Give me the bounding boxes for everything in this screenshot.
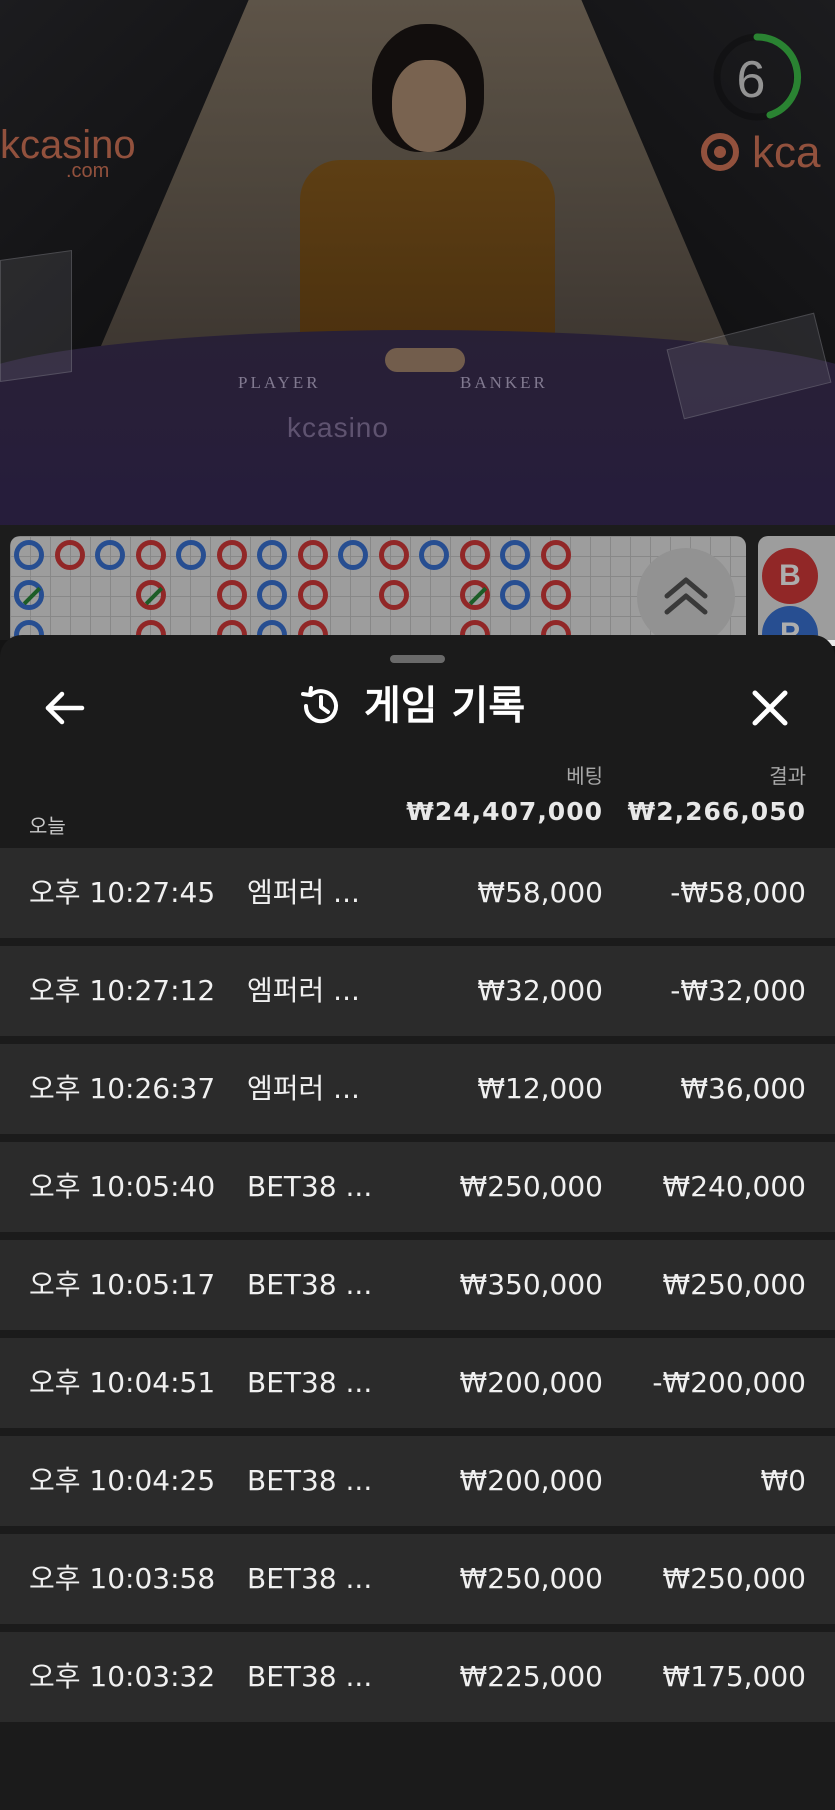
row-time: 오후 10:03:58 <box>29 1562 216 1595</box>
row-game: 엠퍼러 ... <box>247 876 360 909</box>
row-game: 엠퍼러 ... <box>247 1072 360 1105</box>
history-row[interactable]: 오후 10:03:32 BET38 ... ₩225,000 ₩175,000 <box>0 1632 835 1722</box>
history-icon <box>301 686 338 724</box>
row-time: 오후 10:04:25 <box>29 1464 216 1497</box>
page-title: 게임 기록 <box>364 683 526 729</box>
row-time: 오후 10:05:17 <box>29 1268 216 1301</box>
row-bet: ₩250,000 <box>459 1562 603 1595</box>
row-result: ₩240,000 <box>662 1170 806 1203</box>
row-bet: ₩350,000 <box>459 1268 603 1301</box>
history-row[interactable]: 오후 10:04:51 BET38 ... ₩200,000 -₩200,000 <box>0 1338 835 1428</box>
history-row[interactable]: 오후 10:05:40 BET38 ... ₩250,000 ₩240,000 <box>0 1142 835 1232</box>
history-row[interactable]: 오후 10:27:12 엠퍼러 ... ₩32,000 -₩32,000 <box>0 946 835 1036</box>
row-bet: ₩32,000 <box>477 974 603 1007</box>
history-list: 오후 10:27:45 엠퍼러 ... ₩58,000 -₩58,000 오후 … <box>0 848 835 1730</box>
row-time: 오후 10:27:45 <box>29 876 216 909</box>
history-row[interactable]: 오후 10:27:45 엠퍼러 ... ₩58,000 -₩58,000 <box>0 848 835 938</box>
row-game: BET38 ... <box>247 1562 373 1595</box>
row-time: 오후 10:27:12 <box>29 974 216 1007</box>
row-bet: ₩200,000 <box>459 1464 603 1497</box>
modal-backdrop[interactable] <box>0 0 835 640</box>
row-time: 오후 10:04:51 <box>29 1366 216 1399</box>
row-bet: ₩200,000 <box>459 1366 603 1399</box>
row-result: ₩250,000 <box>662 1562 806 1595</box>
column-header-bet: 베팅 <box>566 764 603 788</box>
history-row[interactable]: 오후 10:03:58 BET38 ... ₩250,000 ₩250,000 <box>0 1534 835 1624</box>
row-time: 오후 10:03:32 <box>29 1660 216 1693</box>
row-result: -₩32,000 <box>670 974 806 1007</box>
row-game: BET38 ... <box>247 1170 373 1203</box>
sheet-drag-handle[interactable] <box>390 655 445 663</box>
row-bet: ₩225,000 <box>459 1660 603 1693</box>
total-result-amount: ₩2,266,050 <box>627 797 806 826</box>
history-row[interactable]: 오후 10:04:25 BET38 ... ₩200,000 ₩0 <box>0 1436 835 1526</box>
row-game: 엠퍼러 ... <box>247 974 360 1007</box>
row-game: BET38 ... <box>247 1464 373 1497</box>
date-group-label: 오늘 <box>29 814 66 838</box>
history-row[interactable]: 오후 10:26:37 엠퍼러 ... ₩12,000 ₩36,000 <box>0 1044 835 1134</box>
row-bet: ₩58,000 <box>477 876 603 909</box>
row-bet: ₩12,000 <box>477 1072 603 1105</box>
row-game: BET38 ... <box>247 1366 373 1399</box>
row-game: BET38 ... <box>247 1268 373 1301</box>
row-result: ₩0 <box>760 1464 807 1497</box>
row-result: ₩250,000 <box>662 1268 806 1301</box>
row-result: -₩200,000 <box>652 1366 806 1399</box>
arrow-left-icon[interactable] <box>40 688 88 728</box>
total-bet-amount: ₩24,407,000 <box>406 797 603 826</box>
row-game: BET38 ... <box>247 1660 373 1693</box>
history-row[interactable]: 오후 10:05:17 BET38 ... ₩350,000 ₩250,000 <box>0 1240 835 1330</box>
row-time: 오후 10:26:37 <box>29 1072 216 1105</box>
row-bet: ₩250,000 <box>459 1170 603 1203</box>
row-result: ₩36,000 <box>680 1072 806 1105</box>
row-result: ₩175,000 <box>662 1660 806 1693</box>
column-header-result: 결과 <box>769 764 806 788</box>
row-result: -₩58,000 <box>670 876 806 909</box>
row-time: 오후 10:05:40 <box>29 1170 216 1203</box>
close-icon[interactable] <box>748 686 792 730</box>
